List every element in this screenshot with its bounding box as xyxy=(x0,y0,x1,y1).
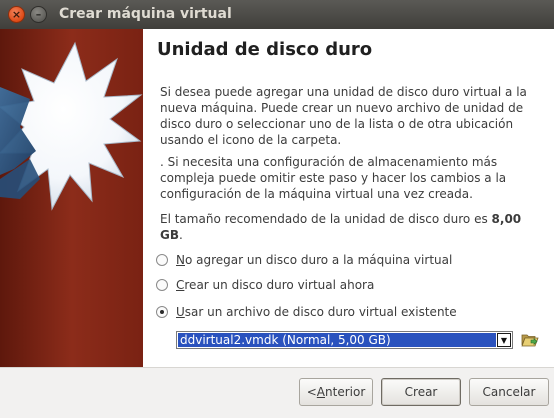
folder-open-icon[interactable] xyxy=(521,331,539,349)
radio-no-disk[interactable] xyxy=(156,254,168,266)
recommended-size-suffix: . xyxy=(179,228,183,242)
page-title: Unidad de disco duro xyxy=(157,39,373,60)
button-bar: < Anterior Crear Cancelar xyxy=(0,367,554,418)
create-vm-dialog: × – Crear máquina virtual Unidad de disc… xyxy=(0,0,554,418)
option-create-disk-label[interactable]: Crear un disco duro virtual ahora xyxy=(176,278,374,292)
description-paragraph: Si desea puede agregar una unidad de dis… xyxy=(160,85,527,147)
advanced-note-paragraph: . Si necesita una configuración de almac… xyxy=(160,155,507,201)
wizard-illustration xyxy=(0,29,143,367)
cancel-button[interactable]: Cancelar xyxy=(469,378,549,406)
window-title: Crear máquina virtual xyxy=(59,6,232,22)
back-button[interactable]: < Anterior xyxy=(299,378,373,406)
disk-file-dropdown-value: ddvirtual2.vmdk (Normal, 5,00 GB) xyxy=(178,333,496,347)
option-no-disk-label[interactable]: No agregar un disco duro a la máquina vi… xyxy=(176,253,452,267)
minimize-icon[interactable]: – xyxy=(30,6,47,23)
wizard-content: Unidad de disco duro Si desea puede agre… xyxy=(143,29,554,367)
disk-file-dropdown[interactable]: ddvirtual2.vmdk (Normal, 5,00 GB) ▼ xyxy=(176,331,513,349)
create-button[interactable]: Crear xyxy=(381,378,461,406)
recommended-size-paragraph: El tamaño recomendado de la unidad de di… xyxy=(160,211,542,243)
option-no-disk[interactable]: No agregar un disco duro a la máquina vi… xyxy=(156,253,452,267)
option-use-existing-disk-label[interactable]: Usar un archivo de disco duro virtual ex… xyxy=(176,305,457,319)
starburst-illustration xyxy=(0,29,143,367)
option-create-disk[interactable]: Crear un disco duro virtual ahora xyxy=(156,278,374,292)
close-icon[interactable]: × xyxy=(8,6,25,23)
recommended-size-text: El tamaño recomendado de la unidad de di… xyxy=(160,212,492,226)
radio-create-disk[interactable] xyxy=(156,279,168,291)
title-bar[interactable]: × – Crear máquina virtual xyxy=(0,0,554,29)
chevron-down-icon[interactable]: ▼ xyxy=(497,333,511,347)
radio-use-existing-disk[interactable] xyxy=(156,306,168,318)
option-use-existing-disk[interactable]: Usar un archivo de disco duro virtual ex… xyxy=(156,305,457,319)
